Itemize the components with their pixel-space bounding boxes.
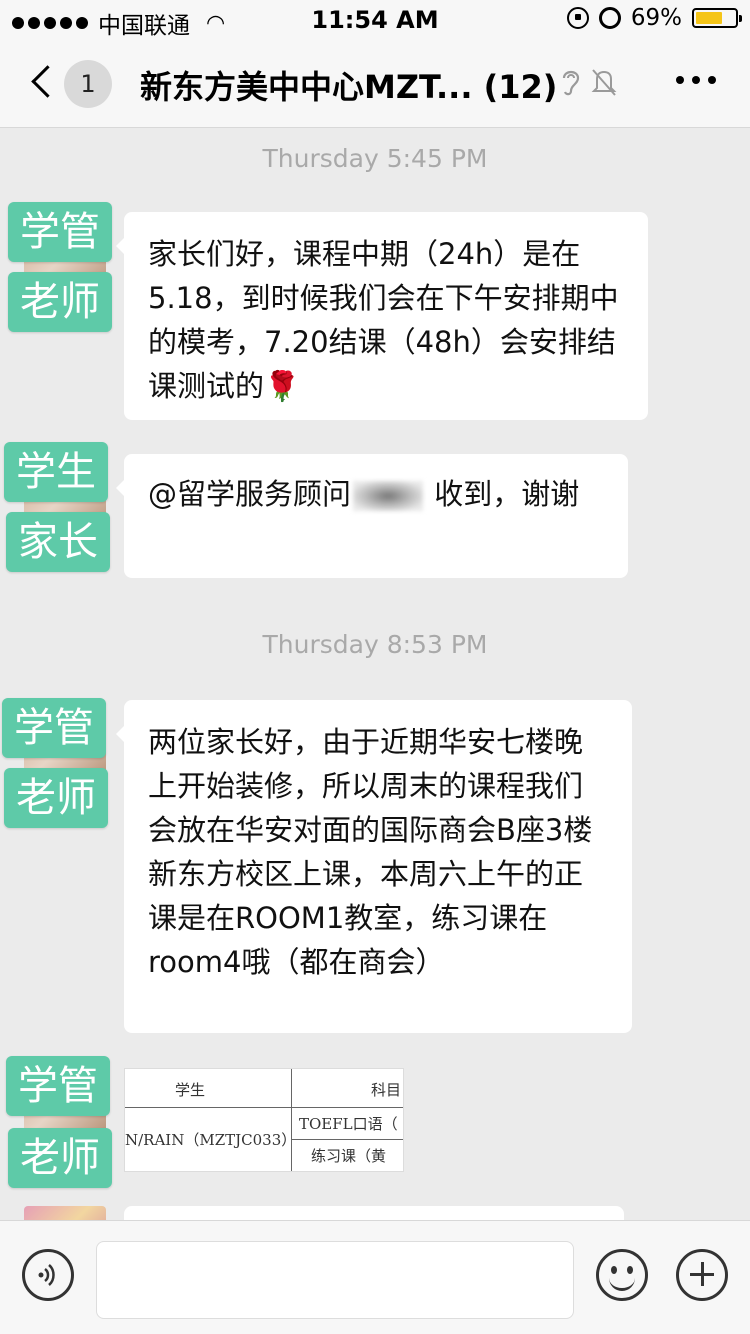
battery-percent: 69% <box>630 5 682 31</box>
message-text: 收到，谢谢 <box>425 477 580 511</box>
redacted-name <box>353 481 424 511</box>
role-tag: 老师 <box>8 1128 112 1188</box>
mute-bell-icon <box>590 66 618 98</box>
status-right: 69% <box>566 5 742 31</box>
table-cell: TOEFL口语（ <box>299 1115 398 1133</box>
table-header: 学生 <box>175 1081 206 1099</box>
role-tag: 老师 <box>4 768 108 828</box>
message-list[interactable]: Thursday 5:45 PM 学管 老师 家长们好，课程中期（24h）是在5… <box>0 128 750 1220</box>
message-text: 两位家长好，由于近期华安七楼晚上开始装修，所以周末的课程我们会放在华安对面的国际… <box>148 725 593 979</box>
battery-fill <box>696 12 723 24</box>
plus-icon[interactable] <box>676 1249 728 1301</box>
role-tag: 家长 <box>6 512 110 572</box>
role-tag: 学管 <box>8 202 112 262</box>
input-bar <box>0 1220 750 1334</box>
orientation-lock-icon <box>566 7 589 29</box>
role-tag: 学管 <box>6 1056 110 1116</box>
table-cell: 练习课（黄 <box>311 1147 387 1165</box>
message-text: 家长们好，课程中期（24h）是在5.18，到时候我们会在下午安排期中的模考，7.… <box>148 237 619 403</box>
mention-text[interactable]: @留学服务顾问 <box>148 477 351 511</box>
avatar[interactable] <box>24 1206 106 1220</box>
alarm-icon <box>598 7 621 29</box>
ear-icon <box>558 66 586 98</box>
unread-count-badge[interactable]: 1 <box>64 60 112 108</box>
table-header: 科目 <box>371 1081 402 1099</box>
table-cell: N/RAIN（MZTJC033） <box>125 1131 297 1149</box>
emoji-icon[interactable] <box>596 1249 648 1301</box>
time-label: Thursday 8:53 PM <box>262 630 488 659</box>
chat-header: 1 新东方美中中心MZT... (12) <box>0 40 750 128</box>
table-line <box>291 1139 403 1140</box>
battery-icon <box>692 8 742 28</box>
back-chevron-icon[interactable] <box>30 62 54 102</box>
role-tag: 学生 <box>4 442 108 502</box>
message-bubble[interactable]: @留学服务顾问 收到，谢谢 <box>116 454 628 578</box>
table-line <box>125 1107 403 1108</box>
more-icon[interactable] <box>676 76 716 84</box>
time-label: Thursday 5:45 PM <box>262 144 488 173</box>
status-bar: 中国联通 ◠ 11:54 AM 69% <box>0 0 750 40</box>
rose-emoji: 🌹 <box>264 369 301 403</box>
message-bubble[interactable]: 两位家长好，由于近期华安七楼晚上开始装修，所以周末的课程我们会放在华安对面的国际… <box>116 700 632 1033</box>
chat-title: 新东方美中中心MZT... (12) <box>140 68 558 106</box>
voice-icon[interactable] <box>22 1249 74 1301</box>
role-tag: 学管 <box>2 698 106 758</box>
role-tag: 老师 <box>8 272 112 332</box>
message-bubble[interactable] <box>124 1206 624 1220</box>
message-input[interactable] <box>96 1241 574 1319</box>
message-bubble[interactable]: 家长们好，课程中期（24h）是在5.18，到时候我们会在下午安排期中的模考，7.… <box>116 212 648 420</box>
image-message[interactable]: 学生 科目 N/RAIN（MZTJC033） TOEFL口语（ 练习课（黄 <box>124 1068 404 1172</box>
table-line <box>291 1069 292 1171</box>
